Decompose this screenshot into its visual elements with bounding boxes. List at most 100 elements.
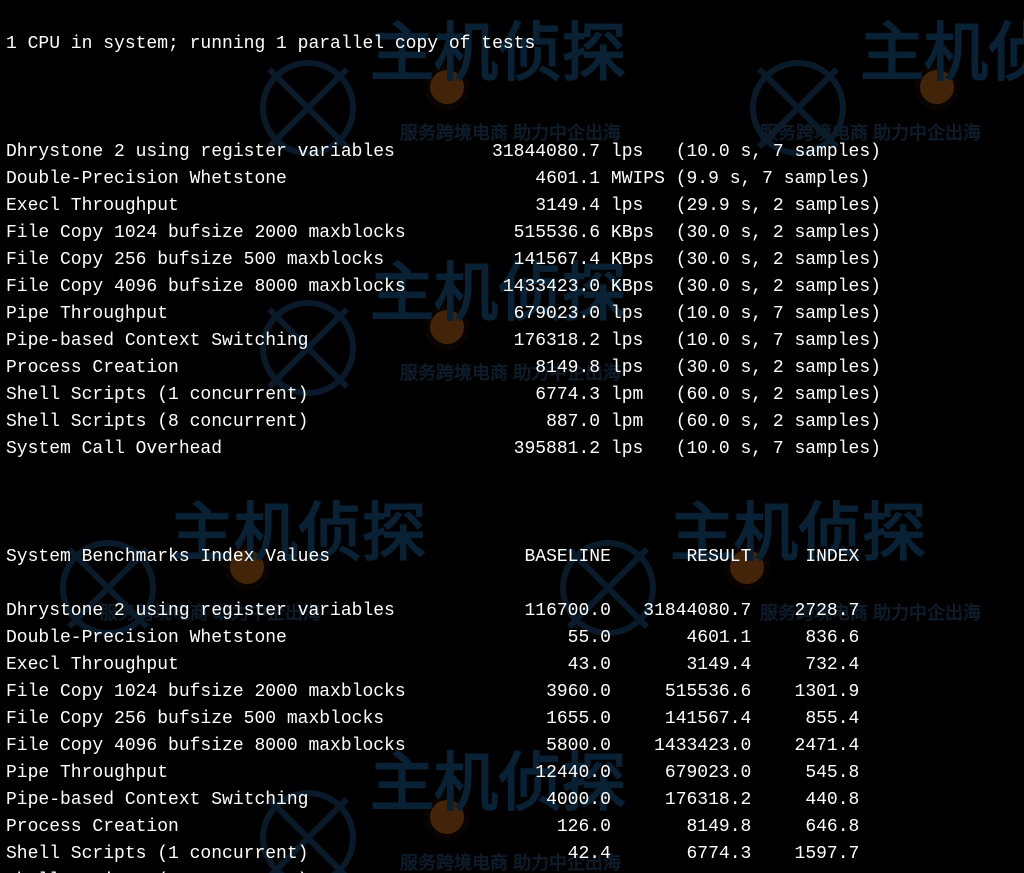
benchmark-value: 3149.4 <box>470 193 600 220</box>
benchmark-row: Pipe-based Context Switching176318.2 lps… <box>6 328 1018 355</box>
benchmark-name: Process Creation <box>6 355 470 382</box>
benchmark-value: 176318.2 <box>470 328 600 355</box>
index-index: 646.8 <box>751 814 859 841</box>
index-row: File Copy 1024 bufsize 2000 maxblocks396… <box>6 679 1018 706</box>
index-result: 515536.6 <box>611 679 751 706</box>
terminal-output: 1 CPU in system; running 1 parallel copy… <box>0 0 1024 873</box>
index-result: 1433423.0 <box>611 733 751 760</box>
index-row: Shell Scripts (1 concurrent)42.46774.315… <box>6 841 1018 868</box>
index-baseline: 126.0 <box>470 814 610 841</box>
benchmark-timing: (10.0 s, 7 samples) <box>676 436 935 463</box>
index-result: 141567.4 <box>611 706 751 733</box>
index-row: Process Creation126.08149.8646.8 <box>6 814 1018 841</box>
benchmark-name: Dhrystone 2 using register variables <box>6 139 470 166</box>
index-row: Double-Precision Whetstone55.04601.1836.… <box>6 625 1018 652</box>
benchmark-value: 515536.6 <box>470 220 600 247</box>
benchmark-value: 1433423.0 <box>470 274 600 301</box>
index-index: 855.4 <box>751 706 859 733</box>
benchmark-row: Shell Scripts (1 concurrent)6774.3 lpm(6… <box>6 382 1018 409</box>
index-baseline: 3960.0 <box>470 679 610 706</box>
index-index: 2471.4 <box>751 733 859 760</box>
benchmark-value: 141567.4 <box>470 247 600 274</box>
benchmark-row: File Copy 1024 bufsize 2000 maxblocks515… <box>6 220 1018 247</box>
benchmark-name: System Call Overhead <box>6 436 470 463</box>
benchmark-unit: lps <box>611 328 676 355</box>
index-name: Dhrystone 2 using register variables <box>6 598 470 625</box>
benchmark-unit: MWIPS <box>611 166 676 193</box>
benchmark-unit: lps <box>611 139 676 166</box>
benchmark-timing: (9.9 s, 7 samples) <box>676 166 935 193</box>
benchmark-results-block: Dhrystone 2 using register variables3184… <box>6 139 1018 463</box>
index-row: Pipe-based Context Switching4000.0176318… <box>6 787 1018 814</box>
index-baseline: 6.0 <box>470 868 610 873</box>
index-name: File Copy 256 bufsize 500 maxblocks <box>6 706 470 733</box>
benchmark-timing: (30.0 s, 2 samples) <box>676 247 935 274</box>
index-baseline: 1655.0 <box>470 706 610 733</box>
index-name: File Copy 4096 bufsize 8000 maxblocks <box>6 733 470 760</box>
index-result: 3149.4 <box>611 652 751 679</box>
benchmark-name: Shell Scripts (1 concurrent) <box>6 382 470 409</box>
index-index: 2728.7 <box>751 598 859 625</box>
benchmark-timing: (10.0 s, 7 samples) <box>676 301 935 328</box>
index-index: 836.6 <box>751 625 859 652</box>
index-col-result: RESULT <box>611 544 751 571</box>
benchmark-row: File Copy 4096 bufsize 8000 maxblocks143… <box>6 274 1018 301</box>
benchmark-timing: (60.0 s, 2 samples) <box>676 409 935 436</box>
benchmark-name: File Copy 1024 bufsize 2000 maxblocks <box>6 220 470 247</box>
benchmark-unit: KBps <box>611 220 676 247</box>
benchmark-name: Shell Scripts (8 concurrent) <box>6 409 470 436</box>
index-result: 887.0 <box>611 868 751 873</box>
index-result: 176318.2 <box>611 787 751 814</box>
index-name: File Copy 1024 bufsize 2000 maxblocks <box>6 679 470 706</box>
index-baseline: 116700.0 <box>470 598 610 625</box>
index-row: Execl Throughput43.03149.4732.4 <box>6 652 1018 679</box>
index-row: Pipe Throughput12440.0679023.0545.8 <box>6 760 1018 787</box>
index-row: Shell Scripts (8 concurrent)6.0887.01478… <box>6 868 1018 873</box>
index-result: 31844080.7 <box>611 598 751 625</box>
benchmark-name: File Copy 4096 bufsize 8000 maxblocks <box>6 274 470 301</box>
benchmark-name: Execl Throughput <box>6 193 470 220</box>
benchmark-name: Pipe Throughput <box>6 301 470 328</box>
index-row: Dhrystone 2 using register variables1167… <box>6 598 1018 625</box>
index-baseline: 5800.0 <box>470 733 610 760</box>
benchmark-value: 395881.2 <box>470 436 600 463</box>
index-baseline: 43.0 <box>470 652 610 679</box>
benchmark-timing: (30.0 s, 2 samples) <box>676 220 935 247</box>
benchmark-unit: lpm <box>611 409 676 436</box>
index-result: 4601.1 <box>611 625 751 652</box>
benchmark-value: 6774.3 <box>470 382 600 409</box>
index-title: System Benchmarks Index Values <box>6 544 470 571</box>
benchmark-unit: lps <box>611 355 676 382</box>
benchmark-row: Execl Throughput3149.4 lps(29.9 s, 2 sam… <box>6 193 1018 220</box>
benchmark-unit: lps <box>611 193 676 220</box>
benchmark-unit: lpm <box>611 382 676 409</box>
index-row: File Copy 256 bufsize 500 maxblocks1655.… <box>6 706 1018 733</box>
benchmark-unit: lps <box>611 301 676 328</box>
blank-line <box>6 85 1018 112</box>
index-row: File Copy 4096 bufsize 8000 maxblocks580… <box>6 733 1018 760</box>
index-index: 440.8 <box>751 787 859 814</box>
benchmark-row: Dhrystone 2 using register variables3184… <box>6 139 1018 166</box>
benchmark-unit: lps <box>611 436 676 463</box>
index-result: 679023.0 <box>611 760 751 787</box>
index-values-block: Dhrystone 2 using register variables1167… <box>6 598 1018 873</box>
benchmark-row: Double-Precision Whetstone4601.1 MWIPS(9… <box>6 166 1018 193</box>
benchmark-name: Double-Precision Whetstone <box>6 166 470 193</box>
benchmark-timing: (30.0 s, 2 samples) <box>676 355 935 382</box>
benchmark-value: 4601.1 <box>470 166 600 193</box>
index-name: Shell Scripts (1 concurrent) <box>6 841 470 868</box>
benchmark-timing: (10.0 s, 7 samples) <box>676 139 935 166</box>
index-name: Shell Scripts (8 concurrent) <box>6 868 470 873</box>
benchmark-value: 31844080.7 <box>470 139 600 166</box>
benchmark-row: System Call Overhead395881.2 lps(10.0 s,… <box>6 436 1018 463</box>
benchmark-row: Pipe Throughput679023.0 lps(10.0 s, 7 sa… <box>6 301 1018 328</box>
benchmark-timing: (29.9 s, 2 samples) <box>676 193 935 220</box>
benchmark-timing: (30.0 s, 2 samples) <box>676 274 935 301</box>
index-result: 8149.8 <box>611 814 751 841</box>
benchmark-value: 8149.8 <box>470 355 600 382</box>
index-index: 732.4 <box>751 652 859 679</box>
benchmark-name: File Copy 256 bufsize 500 maxblocks <box>6 247 470 274</box>
benchmark-row: File Copy 256 bufsize 500 maxblocks14156… <box>6 247 1018 274</box>
benchmark-timing: (10.0 s, 7 samples) <box>676 328 935 355</box>
index-baseline: 4000.0 <box>470 787 610 814</box>
